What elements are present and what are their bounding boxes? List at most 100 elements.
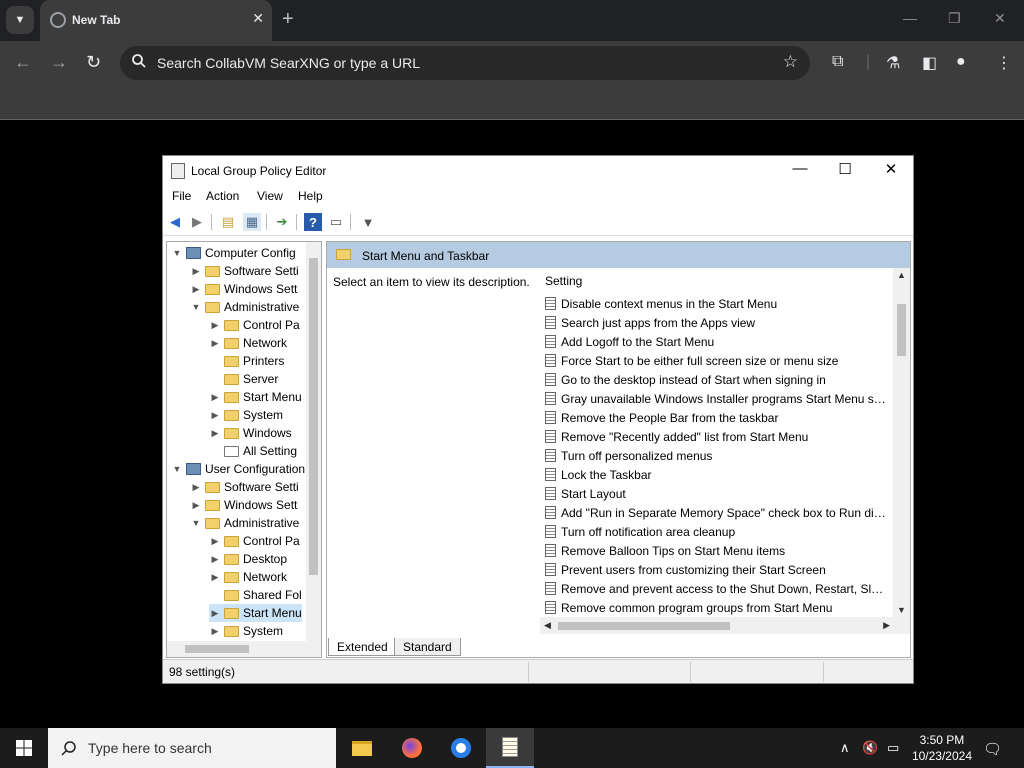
tree-item[interactable]: ▶ Start Menu [209,388,302,406]
tree-item[interactable]: ▶ Network [209,334,287,352]
tree-item[interactable]: ▶ System [209,406,283,424]
chevron-right-icon[interactable]: ▶ [190,266,202,277]
labs-icon[interactable]: ⚗ [886,53,900,73]
setting-row[interactable]: Add Logoff to the Start Menu [545,332,889,351]
setting-row[interactable]: Start Layout [545,484,889,503]
tree-item[interactable]: ▶ Windows Sett [190,280,298,298]
tab-new-tab[interactable]: New Tab ✕ [40,0,272,41]
notification-icon[interactable]: 🗨 [983,740,1002,758]
tree-item[interactable]: ▼ User Configuration [171,460,306,478]
chevron-right-icon[interactable]: ▶ [209,572,221,583]
chevron-down-icon[interactable]: ▼ [171,464,183,474]
setting-row[interactable]: Search just apps from the Apps view [545,313,889,332]
scroll-up-icon[interactable]: ▲ [897,270,906,280]
chevron-right-icon[interactable]: ▶ [190,482,202,493]
tree-item[interactable]: ▼ Administrative [190,514,300,532]
taskbar-search[interactable]: Type here to search [48,728,336,768]
scroll-left-icon[interactable]: ◀ [544,620,551,631]
file-explorer-button[interactable] [338,728,386,768]
chevron-down-icon[interactable]: ▼ [190,302,202,312]
setting-row[interactable]: Remove the People Bar from the taskbar [545,408,889,427]
chevron-right-icon[interactable]: ▶ [209,338,221,349]
new-tab-button[interactable]: + [282,8,294,31]
menu-action[interactable]: Action [206,189,239,203]
tree-item[interactable]: ▶ Software Setti [190,262,299,280]
tree-item[interactable]: ▶ Windows [209,424,292,442]
scroll-thumb[interactable] [558,622,730,630]
minimize-icon[interactable]: — [903,10,917,26]
tree-item[interactable]: Server [209,370,278,388]
scroll-thumb[interactable] [185,645,249,653]
properties-icon[interactable]: ▭ [327,213,345,231]
tree-horizontal-scrollbar[interactable] [167,641,321,657]
tree-item[interactable]: ▶ Control Pa [209,532,300,550]
tree-item[interactable]: ▶ Windows Sett [190,496,298,514]
chevron-right-icon[interactable]: ▶ [190,284,202,295]
tree-item[interactable]: Shared Fol [209,586,302,604]
up-folder-icon[interactable]: ▤ [219,213,237,231]
help-icon[interactable]: ? [304,213,322,231]
back-icon[interactable]: ← [14,52,32,73]
horizontal-scrollbar[interactable]: ◀ ▶ [540,617,910,634]
forward-arrow-icon[interactable]: ▶ [188,213,206,231]
chevron-down-icon[interactable]: ▼ [190,518,202,528]
chevron-right-icon[interactable]: ▶ [209,626,221,637]
column-header-setting[interactable]: Setting [545,274,582,288]
restore-icon[interactable]: ❐ [948,10,961,27]
chevron-right-icon[interactable]: ▶ [209,608,221,619]
tab-standard[interactable]: Standard [394,638,461,656]
tab-search-button[interactable]: ▼ [6,6,34,34]
clock[interactable]: 3:50 PM 10/23/2024 [912,732,972,764]
chrome-button[interactable] [437,728,485,768]
menu-file[interactable]: File [172,189,191,203]
setting-row[interactable]: Remove and prevent access to the Shut Do… [545,579,889,598]
tree-item[interactable]: Printers [209,352,284,370]
back-arrow-icon[interactable]: ◀ [166,213,184,231]
setting-row[interactable]: Add "Run in Separate Memory Space" check… [545,503,889,522]
tree-vertical-scrollbar[interactable] [306,242,321,642]
side-panel-icon[interactable]: ◧ [922,53,937,73]
setting-row[interactable]: Force Start to be either full screen siz… [545,351,889,370]
menu-icon[interactable]: ⋮ [996,53,1012,73]
setting-row[interactable]: Turn off notification area cleanup [545,522,889,541]
gpe-titlebar[interactable]: Local Group Policy Editor — ☐ ✕ [163,156,913,186]
setting-row[interactable]: Remove Balloon Tips on Start Menu items [545,541,889,560]
chevron-right-icon[interactable]: ▶ [209,554,221,565]
profile-icon[interactable]: ● [956,53,966,71]
setting-row[interactable]: Disable context menus in the Start Menu [545,294,889,313]
tree-item[interactable]: ▶ Start Menu [209,604,302,622]
network-icon[interactable]: ▭ [887,740,899,756]
maximize-button[interactable]: ☐ [823,160,867,182]
tree-item[interactable]: ▶ Software Setti [190,478,299,496]
extensions-icon[interactable]: ⧉ [832,53,843,71]
setting-row[interactable]: Remove common program groups from Start … [545,598,889,617]
chevron-right-icon[interactable]: ▶ [209,392,221,403]
scroll-thumb[interactable] [897,304,906,356]
bookmark-star-icon[interactable]: ☆ [783,52,798,72]
tab-extended[interactable]: Extended [328,638,397,656]
chevron-down-icon[interactable]: ▼ [171,248,183,258]
chevron-up-icon[interactable]: ∧ [840,740,850,756]
chevron-right-icon[interactable]: ▶ [209,410,221,421]
scroll-thumb[interactable] [309,258,318,575]
setting-row[interactable]: Remove "Recently added" list from Start … [545,427,889,446]
chevron-right-icon[interactable]: ▶ [209,320,221,331]
vertical-scrollbar[interactable]: ▲ ▼ [893,268,910,617]
setting-row[interactable]: Turn off personalized menus [545,446,889,465]
tree-item[interactable]: All Setting [209,442,297,460]
tree-item[interactable]: ▶ Desktop [209,550,288,568]
tree-item[interactable]: ▶ Control Pa [209,316,300,334]
minimize-button[interactable]: — [778,160,822,182]
forward-icon[interactable]: → [50,52,68,73]
menu-view[interactable]: View [257,189,283,203]
setting-row[interactable]: Gray unavailable Windows Installer progr… [545,389,889,408]
chevron-right-icon[interactable]: ▶ [209,428,221,439]
tree-pane[interactable]: ▼ Computer Config ▶ Software Setti ▶ Windows … [166,241,322,658]
start-button[interactable] [0,728,48,768]
firefox-button[interactable] [388,728,436,768]
tree-item[interactable]: ▶ Network [209,568,287,586]
setting-row[interactable]: Prevent users from customizing their Sta… [545,560,889,579]
chevron-right-icon[interactable]: ▶ [209,536,221,547]
export-list-icon[interactable]: ➔ [273,213,291,231]
volume-muted-icon[interactable]: 🔇 [862,740,878,756]
